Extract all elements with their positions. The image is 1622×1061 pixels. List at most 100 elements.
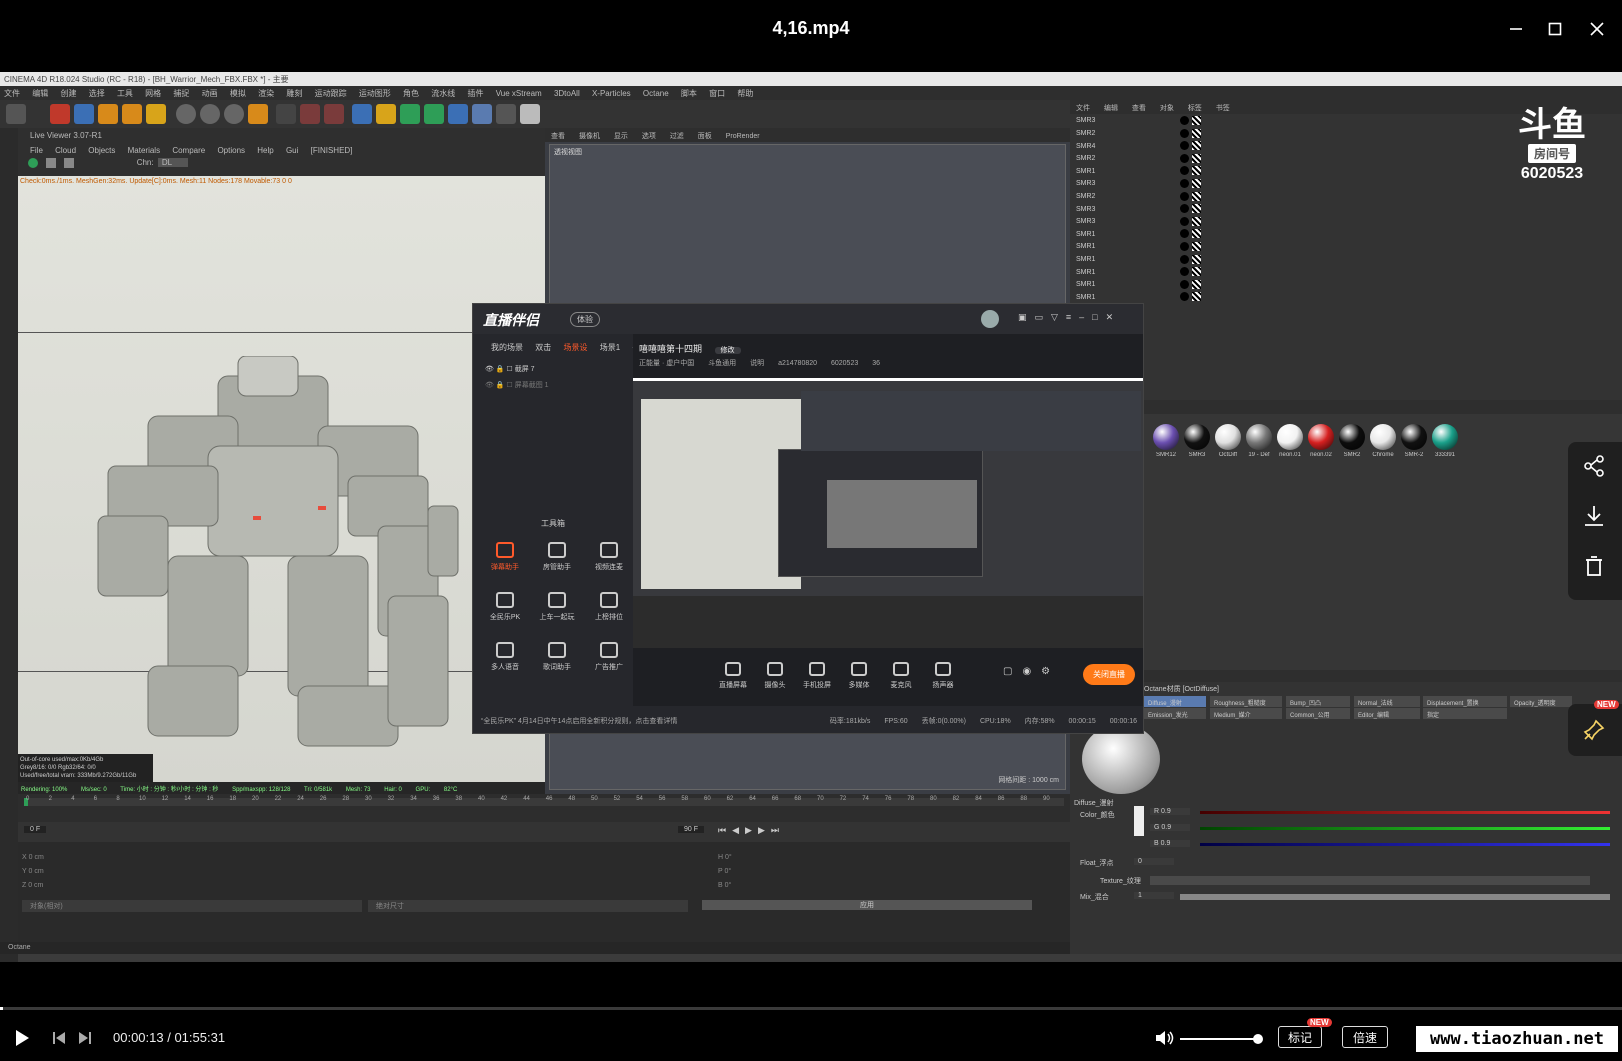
vp-menu-item: 面板 — [697, 133, 712, 140]
mark-button[interactable]: 标记 NEW — [1278, 1018, 1332, 1048]
nested-app-preview — [778, 449, 983, 577]
attribute-tab: Editor_编辑 — [1354, 708, 1420, 719]
material-tag-icon — [1180, 292, 1189, 302]
attribute-tab: Medium_媒介 — [1210, 708, 1282, 719]
c4d-status-line: Octane — [0, 942, 1070, 954]
material-tag-icon — [1180, 242, 1189, 251]
volume-button[interactable] — [1154, 1028, 1176, 1048]
download-button[interactable] — [1582, 504, 1606, 533]
maximize-button[interactable] — [1540, 14, 1570, 44]
stop-live-button: 关闭直播 — [1083, 664, 1135, 685]
timeline-tick: 12 — [161, 796, 169, 802]
material-item: SMR2 — [1338, 424, 1366, 458]
c4d-menu-item: 选择 — [88, 89, 105, 98]
render-icon — [300, 104, 320, 124]
checker-tag-icon — [1192, 153, 1201, 163]
toolbox-icon — [548, 642, 566, 658]
attribute-manager: 模式 编辑 用户数据 Octane材质 [OctDiffuse] Diffuse… — [1070, 670, 1622, 954]
vp-menu-item: 过滤 — [669, 133, 684, 140]
mix-slider — [1180, 894, 1610, 900]
source-button: 摄像头 — [751, 662, 799, 690]
material-manager: 创建 功能 纹理 SMR12 SMR3 OctDiff 19 - Def neon.01… — [1070, 400, 1622, 670]
lv-menu-item: Objects — [88, 146, 116, 155]
lock-icon — [64, 158, 75, 168]
object-row: SMR1 — [1076, 267, 1201, 279]
mix-label: Mix_混合 — [1080, 894, 1109, 901]
object-name: SMR3 — [1076, 117, 1096, 125]
timeline-tick: 26 — [319, 796, 327, 802]
object-name: SMR3 — [1076, 218, 1096, 226]
close-button[interactable] — [1582, 14, 1612, 44]
edit-button: 修改 — [714, 347, 741, 354]
coord-p: P 0° — [718, 868, 732, 875]
stat-clock: 00:00:16 — [1109, 718, 1137, 725]
material-item: SMR3 — [1183, 424, 1211, 458]
c4d-menu-item: 网格 — [145, 89, 162, 98]
lv-menu-item: Help — [257, 146, 274, 155]
speed-button[interactable]: 倍速 — [1342, 1026, 1388, 1048]
attribute-tab: Roughness_粗糙度 — [1210, 696, 1282, 707]
color-swatch — [1134, 806, 1144, 836]
stat-drop: 丢帧:0(0.00%) — [921, 718, 966, 725]
select-icon — [50, 104, 70, 124]
stream-control-bar: 直播屏幕 摄像头 手机投屏 多媒体 麦克风 扬声器 ▢◉⚙ 关闭直播 — [633, 648, 1143, 706]
next-button[interactable] — [76, 1028, 94, 1048]
material-tag-icon — [1180, 141, 1189, 151]
play-icon — [16, 1030, 29, 1046]
video-frame[interactable]: CINEMA 4D R18.024 Studio (RC - R18) - [B… — [0, 72, 1622, 962]
timeline-tick: 60 — [704, 796, 711, 802]
douyu-watermark: 斗鱼 房间号 6020523 — [1508, 106, 1596, 188]
scene-tab: 场景1 — [599, 343, 621, 352]
window-title: 4,16.mp4 — [772, 18, 850, 38]
object-row: SMR4 — [1076, 141, 1201, 153]
time-display: 00:00:13 / 01:55:31 — [113, 1030, 226, 1045]
apply-button: 应用 — [702, 900, 1032, 910]
volume-knob[interactable] — [1253, 1034, 1264, 1044]
source-icon — [725, 662, 741, 676]
player-titlebar: 4,16.mp4 — [0, 0, 1622, 72]
checker-tag-icon — [1192, 229, 1201, 239]
material-manager-menu: 创建 功能 纹理 — [1070, 400, 1622, 414]
timeline: 0 2 4 6 8 10 12 14 16 18 20 22 24 26 28 30 32 34 36 38 40 42 4… — [18, 794, 1070, 822]
timeline-tick: 62 — [726, 796, 734, 802]
toolbox-label: 弹幕助手 — [491, 564, 519, 571]
previous-button[interactable] — [50, 1028, 68, 1048]
progress-bar[interactable] — [0, 1007, 1622, 1010]
render-stat: Tri: 0/581k — [304, 787, 333, 793]
nested-timeline-preview — [633, 596, 1143, 651]
pause-icon — [46, 158, 57, 168]
render-stats-bar: Rendering: 100% Ms/sec: 0 Time: 小时 : 分钟 … — [18, 782, 545, 794]
coord-x: X 0 cm — [22, 854, 44, 861]
attribute-tab: Emission_发光 — [1144, 708, 1206, 719]
timeline-tick: 54 — [636, 796, 643, 802]
source-button: 多媒体 — [835, 662, 883, 690]
timeline-tick: 76 — [884, 796, 892, 802]
c4d-menu-item: 窗口 — [709, 89, 726, 98]
source-label: 直播屏幕 — [719, 682, 747, 689]
object-row: SMR2 — [1076, 191, 1201, 204]
checker-tag-icon — [1192, 191, 1201, 201]
timeline-tick: 78 — [907, 796, 915, 802]
play-button[interactable] — [12, 1028, 32, 1048]
timeline-tick: 6 — [93, 796, 98, 802]
toolbox-item: 歌词助手 — [533, 642, 581, 672]
minimize-button[interactable] — [1501, 14, 1531, 44]
delete-button[interactable] — [1582, 554, 1606, 583]
pin-button[interactable]: NEW — [1568, 700, 1622, 756]
timeline-tick: 18 — [229, 796, 237, 802]
streaming-app-logo: 直播伴侣 — [483, 312, 539, 328]
pen-icon — [376, 104, 396, 124]
material-name: 19 - Def — [1248, 452, 1270, 458]
minimize-icon — [1510, 28, 1522, 30]
material-item: SMR-2 — [1400, 424, 1428, 458]
checker-tag-icon — [1192, 116, 1201, 125]
add-icon — [146, 104, 166, 124]
timeline-tick: 48 — [568, 796, 576, 802]
color-r: R 0.9 — [1150, 808, 1190, 815]
vram-line: Out-of-core used/max:0Kb/4Gb — [20, 757, 104, 763]
volume-slider[interactable] — [1180, 1034, 1264, 1044]
timeline-tick: 80 — [930, 796, 937, 802]
attribute-tab: Common_公用 — [1286, 708, 1350, 719]
share-button[interactable] — [1582, 454, 1606, 483]
material-tag-icon — [1180, 204, 1189, 214]
